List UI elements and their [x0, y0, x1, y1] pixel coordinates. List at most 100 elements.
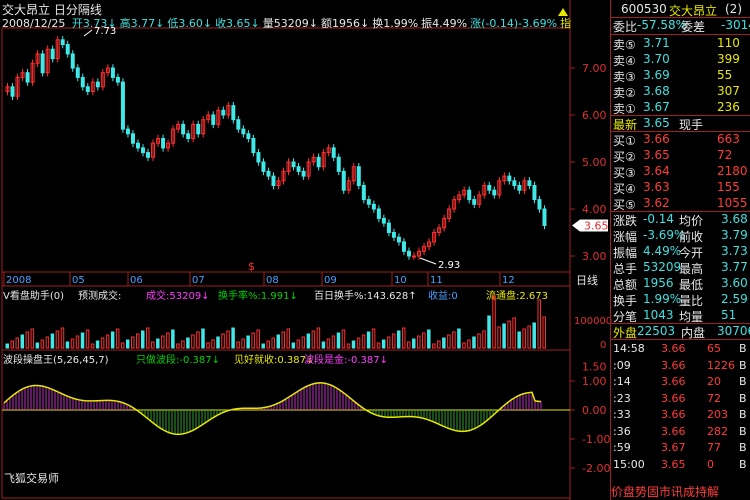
volume-bar-104 — [527, 325, 531, 349]
stat-label-3: 总手 — [613, 262, 638, 276]
sell-label-3: 卖② — [613, 86, 636, 100]
volume-bar-18 — [95, 340, 100, 349]
volume-bar-77 — [391, 333, 396, 349]
wave-scale-top: 1.50 — [582, 361, 607, 374]
candle-73 — [371, 203, 376, 210]
volume-bar-16 — [85, 329, 90, 349]
stat-value2-3: 3.77 — [721, 260, 748, 274]
candle-35 — [181, 123, 186, 135]
date-label-7: 11 — [430, 275, 443, 286]
candle-28 — [146, 152, 151, 158]
volume-bar-55 — [281, 331, 286, 349]
volume-bar-32 — [166, 332, 170, 349]
volume-bar-48 — [246, 335, 250, 349]
volume-bar-82 — [417, 335, 421, 349]
volume-bar-65 — [331, 335, 336, 349]
candle-27 — [141, 147, 145, 154]
indicator-label: 指 — [560, 17, 572, 30]
stat-label2-0: 均价 — [679, 214, 704, 228]
volume-bar-106 — [537, 299, 541, 349]
volume-bar-38 — [196, 331, 200, 349]
candle-77 — [391, 232, 396, 238]
candle-31 — [161, 138, 166, 149]
volume-bar-47 — [241, 338, 245, 349]
volume-bar-3 — [20, 334, 25, 349]
volume-bar-15 — [80, 332, 85, 349]
candle-48 — [246, 133, 251, 140]
quote-item-6: 换1.99% — [372, 17, 419, 30]
tick-time-2: :14 — [613, 375, 631, 388]
candle-7 — [40, 53, 45, 74]
stat-value-6: 1043 — [643, 308, 674, 322]
stat-row-1: 涨幅 -3.69% 前收 3.79 — [611, 228, 750, 244]
sell-row-2: 卖③ 3.69 55 — [611, 68, 750, 84]
low-pointer — [419, 257, 437, 265]
volume-bar-81 — [412, 338, 416, 349]
volume-bar-0 — [5, 343, 9, 349]
sell-volume-2: 55 — [717, 68, 733, 82]
sell-volume-0: 110 — [717, 36, 740, 50]
stat-value-2: 4.49% — [643, 244, 682, 258]
tick-row-4: :33 3.66 203 B — [611, 408, 750, 424]
stat-row-2: 振幅 4.49% 今开 3.73 — [611, 244, 750, 260]
volume-bar-35 — [181, 340, 185, 349]
volume-bar-43 — [221, 333, 225, 349]
wave-gold: 波段是金:-0.387↓ — [304, 353, 388, 366]
candle-71 — [361, 185, 366, 201]
date-label-5: 09 — [324, 275, 337, 286]
volume-bar-70 — [356, 337, 361, 349]
volume-bar-87 — [442, 337, 446, 349]
volume-bar-91 — [462, 342, 466, 349]
price-label-2: 5.00 — [582, 156, 607, 169]
volume-bar-97 — [492, 295, 496, 349]
volume-bar-88 — [447, 334, 451, 349]
tick-time-6: :59 — [613, 441, 631, 454]
volume-bar-74 — [376, 342, 381, 349]
stat-value-5: 1.99% — [643, 292, 682, 306]
tick-row-0: 14:58 3.66 65 B — [611, 342, 750, 358]
candle-67 — [341, 170, 346, 191]
tick-time-7: 15:00 — [613, 457, 645, 471]
wave-title: 波段操盘王(5,26,45,7) — [3, 353, 109, 366]
candle-24 — [125, 128, 130, 135]
candle-104 — [527, 180, 532, 187]
volume-bar-44 — [226, 330, 230, 349]
stock-code: 600530 — [621, 2, 667, 16]
volume-bar-60 — [306, 333, 311, 349]
volume-bar-5 — [30, 328, 35, 349]
volume-bar-49 — [251, 332, 255, 349]
volume-bar-24 — [125, 339, 130, 349]
date-label-1: 05 — [72, 275, 85, 286]
candle-97 — [492, 189, 497, 196]
stat-row-4: 总额 1956 最低 3.60 — [611, 276, 750, 292]
volume-bar-89 — [452, 331, 456, 349]
volume-bar-34 — [176, 343, 180, 349]
candle-4 — [25, 72, 30, 83]
volume-bar-73 — [371, 328, 376, 349]
candle-9 — [50, 48, 55, 60]
weicha-label: 委差 — [681, 20, 706, 34]
candle-21 — [110, 67, 115, 78]
date-axis-label: 日线 — [576, 273, 598, 287]
stat-value2-6: 51 — [721, 308, 737, 322]
volume-bar-46 — [236, 341, 240, 349]
stat-value2-1: 3.79 — [721, 228, 748, 242]
quote-item-2: 低3.60↓ — [167, 17, 213, 30]
weibi-value: -57.58% — [637, 18, 688, 32]
wave-scale-0: 1.00 — [582, 375, 607, 388]
candle-18 — [95, 81, 100, 88]
candle-76 — [386, 222, 391, 234]
volume-bar-67 — [341, 329, 346, 349]
quote-item-0: 开3.73↓ — [71, 17, 117, 30]
stat-label-5: 换手 — [613, 294, 638, 308]
sell-price-1: 3.70 — [643, 52, 670, 66]
tick-side-6: B — [739, 441, 747, 454]
stat-value2-5: 2.59 — [721, 292, 748, 306]
volume-predict: 预测成交: — [78, 289, 121, 302]
tick-time-5: :36 — [613, 424, 631, 438]
volume-bar-54 — [276, 334, 280, 349]
candle-46 — [236, 119, 241, 130]
sell-price-0: 3.71 — [643, 36, 670, 50]
volume-bar-14 — [75, 335, 80, 349]
volume-bar-107 — [542, 316, 546, 349]
